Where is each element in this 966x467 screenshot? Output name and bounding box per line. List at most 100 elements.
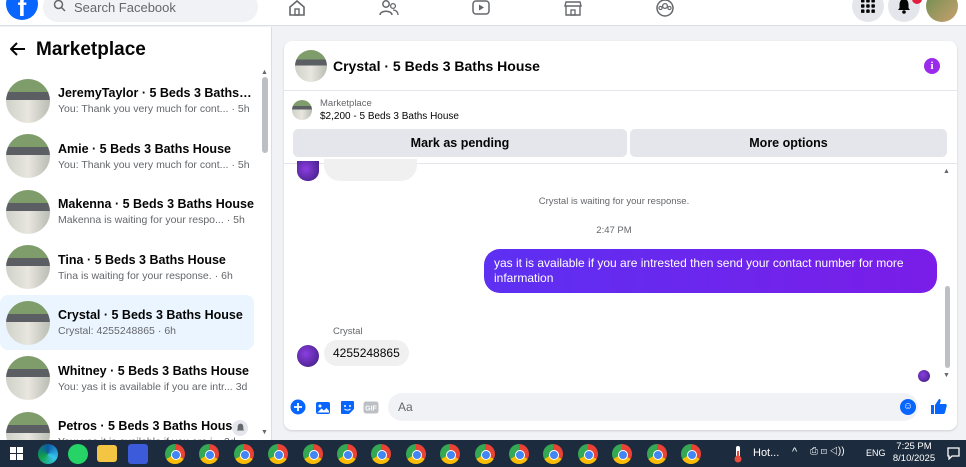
previous-message-bubble[interactable] — [324, 159, 417, 181]
conversation-item[interactable]: Makenna · 5 Beds 3 Baths House Makenna is… — [0, 184, 254, 239]
sticker-icon[interactable] — [339, 399, 355, 415]
system-tray-icons[interactable]: ⎙ ⊡ ◁)) — [810, 446, 845, 457]
scroll-up-icon[interactable]: ▲ — [943, 168, 950, 175]
conversation-last-message: You: Thank you very much for cont... — [58, 103, 229, 115]
outgoing-message-bubble[interactable]: yas it is available if you are intrested… — [484, 249, 937, 293]
system-message: Crystal is waiting for your response. — [538, 196, 690, 207]
notification-bell-icon[interactable] — [232, 420, 248, 436]
clock-time: 7:25 PM — [896, 441, 932, 452]
chrome-icon[interactable] — [681, 444, 701, 464]
photo-icon[interactable] — [315, 399, 331, 415]
conversation-thumbnail — [6, 411, 50, 440]
home-icon[interactable] — [285, 0, 309, 20]
chrome-icon[interactable] — [543, 444, 564, 464]
chat-scrollbar[interactable] — [945, 286, 950, 368]
conversation-last-message: You: yas it is available if you are intr… — [58, 380, 233, 393]
chrome-icon[interactable] — [199, 444, 220, 464]
search-box[interactable] — [43, 0, 258, 22]
sidebar-scrollbar[interactable] — [262, 77, 268, 153]
conversation-thumbnail — [6, 78, 50, 123]
conversation-item[interactable]: JeremyTaylor · 5 Beds 3 Baths H... You: T… — [0, 73, 254, 128]
menu-grid-icon[interactable] — [852, 0, 884, 22]
chrome-icon[interactable] — [405, 444, 426, 464]
conversation-name: Whitney · 5 Beds 3 Baths House — [58, 363, 250, 378]
conversation-text: Petros · 5 Beds 3 Baths HouseYou: yas it… — [58, 419, 254, 440]
conversation-name: Amie · 5 Beds 3 Baths House — [58, 141, 231, 156]
chrome-icon[interactable] — [302, 444, 323, 464]
chrome-icon[interactable] — [509, 444, 529, 464]
groups-icon[interactable] — [653, 0, 677, 20]
conversation-time: · 6h — [157, 325, 176, 337]
conversation-name: Petros · 5 Beds 3 Baths House — [58, 419, 240, 433]
conversation-thumbnail — [6, 356, 50, 400]
listing-summary[interactable]: Marketplace $2,200 - 5 Beds 3 Baths Hous… — [284, 92, 957, 128]
conversation-time: 3d — [235, 380, 248, 393]
conversation-time: · 6h — [214, 269, 233, 282]
chrome-icon[interactable] — [474, 444, 495, 464]
chrome-icon[interactable] — [577, 444, 598, 464]
conversation-text: Tina · 5 Beds 3 Baths House Tina is waiti… — [58, 253, 254, 282]
facebook-logo[interactable]: f — [6, 0, 38, 22]
watch-icon[interactable] — [469, 0, 493, 20]
sender-avatar[interactable] — [297, 345, 319, 367]
sidebar-title: Marketplace — [36, 39, 146, 60]
chevron-up-icon[interactable]: ^ — [792, 446, 797, 458]
conversation-thumbnail — [6, 245, 50, 289]
chrome-icon[interactable] — [268, 444, 289, 464]
chrome-icon[interactable] — [337, 444, 357, 464]
marketplace-icon[interactable] — [561, 0, 585, 20]
conversation-item[interactable]: Crystal · 5 Beds 3 Baths House Crystal: 4… — [0, 295, 254, 350]
notification-center-icon[interactable] — [947, 447, 960, 463]
notifications-icon[interactable] — [888, 0, 922, 22]
scroll-down-icon[interactable]: ▼ — [261, 429, 268, 436]
plus-circle-icon[interactable] — [290, 399, 306, 415]
info-icon[interactable]: i — [924, 58, 940, 74]
chat-title[interactable]: Crystal · 5 Beds 3 Baths House — [333, 58, 540, 74]
listing-price: $2,200 - 5 Beds 3 Baths House — [320, 111, 459, 122]
conversation-preview: You: Thank you very much for cont... · 5h — [58, 159, 254, 171]
sender-name: Crystal — [333, 326, 363, 337]
gif-icon[interactable]: GIF — [363, 399, 379, 415]
friends-icon[interactable] — [377, 0, 401, 20]
conversation-item[interactable]: Petros · 5 Beds 3 Baths HouseYou: yas it… — [0, 406, 254, 440]
weather-text[interactable]: Hot... — [753, 447, 779, 459]
conversation-name: Makenna · 5 Beds 3 Baths House — [58, 197, 254, 211]
scroll-down-icon[interactable]: ▼ — [943, 372, 950, 379]
chrome-icon[interactable] — [612, 444, 633, 464]
listing-label: Marketplace — [320, 98, 372, 109]
edge-icon[interactable] — [38, 444, 58, 464]
pinned-app-icon[interactable] — [128, 444, 148, 464]
whatsapp-icon[interactable] — [68, 444, 88, 464]
svg-text:GIF: GIF — [365, 405, 377, 412]
search-input[interactable] — [74, 0, 244, 15]
chrome-icon[interactable] — [165, 444, 185, 464]
chrome-icon[interactable] — [371, 444, 392, 464]
chrome-icon[interactable] — [646, 444, 667, 464]
conversation-item[interactable]: Whitney · 5 Beds 3 Baths House You: yas i… — [0, 351, 254, 406]
chat-header: Crystal · 5 Beds 3 Baths House i — [284, 41, 957, 91]
profile-avatar[interactable] — [926, 0, 958, 22]
message-input[interactable] — [388, 393, 918, 421]
thumbs-up-icon[interactable] — [930, 397, 948, 415]
language-indicator[interactable]: ENG — [866, 448, 886, 458]
sidebar-header: Marketplace — [0, 27, 271, 73]
conversation-preview: You: yas it is available if you are intr… — [58, 381, 254, 393]
chrome-icon[interactable] — [440, 444, 461, 464]
listing-avatar[interactable] — [295, 49, 327, 82]
thermometer-icon[interactable] — [732, 445, 744, 466]
emoji-icon[interactable]: ☺ — [900, 399, 916, 415]
file-explorer-icon[interactable] — [97, 445, 117, 462]
listing-thumbnail — [292, 100, 312, 120]
conversation-item[interactable]: Tina · 5 Beds 3 Baths House Tina is waiti… — [0, 240, 254, 295]
incoming-message-bubble[interactable]: 4255248865 — [324, 340, 409, 366]
arrow-left-icon[interactable] — [9, 41, 26, 59]
mark-as-pending-button[interactable]: Mark as pending — [293, 129, 627, 157]
conversation-preview: Tina is waiting for your response. · 6h — [58, 270, 254, 282]
more-options-button[interactable]: More options — [630, 129, 947, 157]
taskbar-clock[interactable]: 7:25 PM 8/10/2025 — [890, 441, 938, 465]
windows-start-icon[interactable] — [10, 447, 23, 463]
conversation-text: Whitney · 5 Beds 3 Baths House You: yas i… — [58, 364, 254, 393]
chrome-icon[interactable] — [233, 444, 254, 464]
conversation-item[interactable]: Amie · 5 Beds 3 Baths House You: Thank yo… — [0, 129, 254, 184]
scroll-up-icon[interactable]: ▲ — [261, 69, 268, 76]
